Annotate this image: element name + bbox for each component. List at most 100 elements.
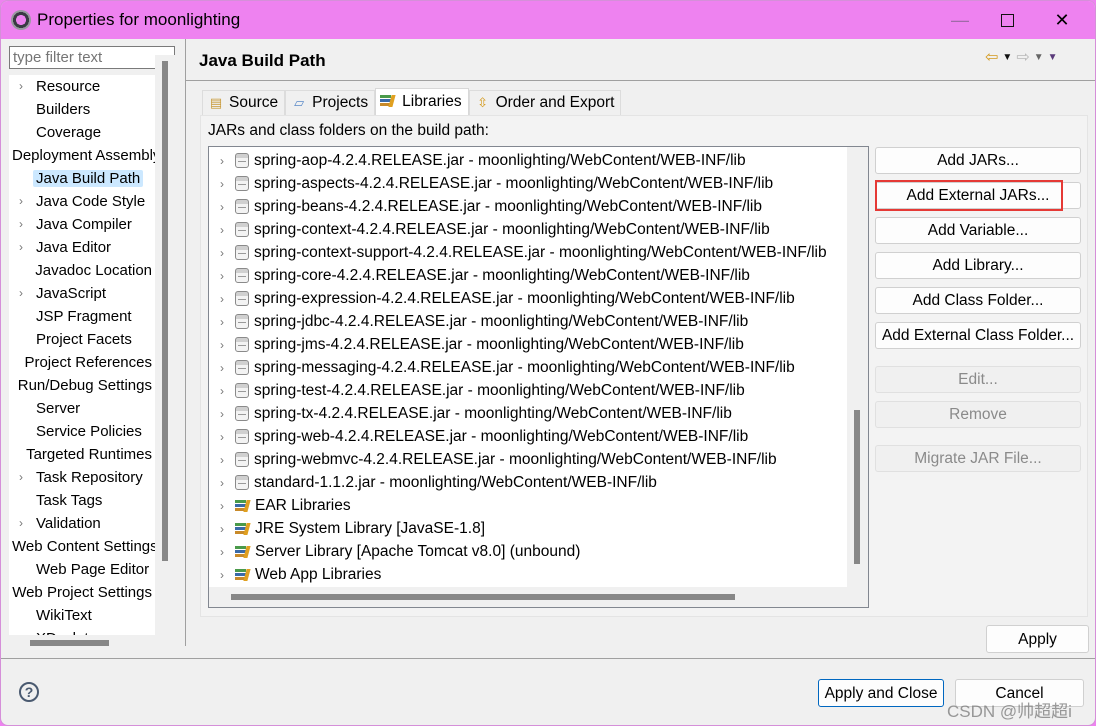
list-item[interactable]: › spring-jdbc-4.2.4.RELEASE.jar - moonlig… — [209, 310, 849, 333]
sidebar-item[interactable]: › JavaScript — [9, 282, 155, 304]
sidebar-item[interactable]: Coverage — [9, 121, 155, 143]
sidebar-item[interactable]: › Java Compiler — [9, 213, 155, 235]
apply-button[interactable]: Apply — [986, 625, 1089, 653]
list-item[interactable]: › spring-webmvc-4.2.4.RELEASE.jar - moonl… — [209, 448, 849, 471]
forward-history-dropdown-icon[interactable]: ▼ — [1034, 52, 1044, 63]
sidebar-item[interactable]: Run/Debug Settings — [9, 374, 155, 396]
chevron-right-icon[interactable]: › — [209, 384, 235, 398]
add-external-jars-button[interactable]: Add External JARs... — [875, 182, 1081, 209]
minimize-button[interactable]: — — [937, 1, 983, 39]
sidebar-item[interactable]: Builders — [9, 98, 155, 120]
list-item[interactable]: › spring-web-4.2.4.RELEASE.jar - moonligh… — [209, 425, 849, 448]
chevron-right-icon[interactable]: › — [209, 453, 235, 467]
sidebar-item[interactable]: Project Facets — [9, 328, 155, 350]
chevron-right-icon[interactable]: › — [209, 315, 235, 329]
list-item[interactable]: › standard-1.1.2.jar - moonlighting/WebCo… — [209, 471, 849, 494]
add-class-folder-button[interactable]: Add Class Folder... — [875, 287, 1081, 314]
chevron-right-icon[interactable]: › — [9, 79, 33, 93]
view-menu-icon[interactable]: ▼ — [1048, 52, 1058, 63]
list-item[interactable]: › spring-context-support-4.2.4.RELEASE.ja… — [209, 241, 849, 264]
chevron-right-icon[interactable]: › — [209, 223, 235, 237]
remove-button[interactable]: Remove — [875, 401, 1081, 428]
list-item[interactable]: › spring-test-4.2.4.RELEASE.jar - moonlig… — [209, 379, 849, 402]
sidebar-item[interactable]: › Validation — [9, 512, 155, 534]
chevron-right-icon[interactable]: › — [9, 286, 33, 300]
tab-projects[interactable]: ▱ Projects — [285, 90, 376, 115]
sidebar-vertical-scrollbar[interactable] — [155, 55, 175, 615]
sidebar-item[interactable]: Web Page Editor — [9, 558, 155, 580]
sidebar-item[interactable]: › Java Editor — [9, 236, 155, 258]
sidebar-item[interactable]: Java Build Path — [9, 167, 155, 189]
add-library-button[interactable]: Add Library... — [875, 252, 1081, 279]
sidebar-item[interactable]: › Java Code Style — [9, 190, 155, 212]
sidebar-item[interactable]: Web Content Settings — [9, 535, 155, 557]
scrollbar-thumb[interactable] — [162, 61, 168, 561]
list-item[interactable]: › spring-context-4.2.4.RELEASE.jar - moon… — [209, 218, 849, 241]
list-item[interactable]: › spring-tx-4.2.4.RELEASE.jar - moonlight… — [209, 402, 849, 425]
list-item[interactable]: › Server Library [Apache Tomcat v8.0] (un… — [209, 540, 849, 563]
filter-input[interactable] — [9, 46, 175, 69]
sidebar-item[interactable]: Web Project Settings — [9, 581, 155, 603]
back-arrow-icon[interactable]: ⇦ — [985, 47, 998, 67]
edit-button[interactable]: Edit... — [875, 366, 1081, 393]
tab-source[interactable]: ▤ Source — [202, 90, 286, 115]
sidebar-item[interactable]: Javadoc Location — [9, 259, 155, 281]
scrollbar-thumb[interactable] — [231, 594, 735, 600]
sidebar-item[interactable]: Project References — [9, 351, 155, 373]
tab-order-and-export[interactable]: ⇳ Order and Export — [468, 90, 622, 115]
list-horizontal-scrollbar[interactable] — [209, 587, 868, 607]
panel-splitter[interactable] — [185, 39, 186, 646]
sidebar-horizontal-scrollbar[interactable] — [9, 633, 175, 649]
maximize-button[interactable] — [984, 1, 1030, 39]
help-icon[interactable]: ? — [19, 682, 39, 702]
sidebar-item[interactable]: › Resource — [9, 75, 155, 97]
list-item[interactable]: › EAR Libraries — [209, 494, 849, 517]
add-variable-button[interactable]: Add Variable... — [875, 217, 1081, 244]
chevron-right-icon[interactable]: › — [209, 522, 235, 536]
chevron-right-icon[interactable]: › — [209, 430, 235, 444]
sidebar-item[interactable]: JSP Fragment — [9, 305, 155, 327]
chevron-right-icon[interactable]: › — [209, 338, 235, 352]
list-item[interactable]: › spring-aop-4.2.4.RELEASE.jar - moonligh… — [209, 149, 849, 172]
chevron-right-icon[interactable]: › — [209, 407, 235, 421]
apply-and-close-button[interactable]: Apply and Close — [818, 679, 944, 707]
chevron-right-icon[interactable]: › — [209, 154, 235, 168]
chevron-right-icon[interactable]: › — [9, 217, 33, 231]
sidebar-item[interactable]: Service Policies — [9, 420, 155, 442]
scrollbar-thumb[interactable] — [854, 410, 860, 564]
chevron-right-icon[interactable]: › — [209, 292, 235, 306]
sidebar-item[interactable]: › Task Repository — [9, 466, 155, 488]
close-button[interactable]: ✕ — [1039, 1, 1085, 39]
back-history-dropdown-icon[interactable]: ▼ — [1002, 52, 1012, 63]
list-item[interactable]: › spring-expression-4.2.4.RELEASE.jar - m… — [209, 287, 849, 310]
tab-libraries[interactable]: Libraries — [375, 88, 469, 115]
scrollbar-thumb[interactable] — [30, 640, 109, 646]
sidebar-item[interactable]: Task Tags — [9, 489, 155, 511]
forward-arrow-icon[interactable]: ⇨ — [1016, 47, 1029, 67]
chevron-right-icon[interactable]: › — [209, 568, 235, 582]
list-item[interactable]: › JRE System Library [JavaSE-1.8] — [209, 517, 849, 540]
list-item[interactable]: › spring-aspects-4.2.4.RELEASE.jar - moon… — [209, 172, 849, 195]
sidebar-item[interactable]: WikiText — [9, 604, 155, 626]
chevron-right-icon[interactable]: › — [9, 516, 33, 530]
add-external-class-folder-button[interactable]: Add External Class Folder... — [875, 322, 1081, 349]
chevron-right-icon[interactable]: › — [9, 470, 33, 484]
add-jars-button[interactable]: Add JARs... — [875, 147, 1081, 174]
sidebar-item[interactable]: Deployment Assembly — [9, 144, 155, 166]
list-item[interactable]: › spring-messaging-4.2.4.RELEASE.jar - mo… — [209, 356, 849, 379]
build-path-entries-list[interactable]: › spring-aop-4.2.4.RELEASE.jar - moonligh… — [208, 146, 869, 608]
chevron-right-icon[interactable]: › — [209, 177, 235, 191]
list-item[interactable]: › spring-core-4.2.4.RELEASE.jar - moonlig… — [209, 264, 849, 287]
chevron-right-icon[interactable]: › — [209, 246, 235, 260]
sidebar-item[interactable]: Server — [9, 397, 155, 419]
chevron-right-icon[interactable]: › — [209, 361, 235, 375]
list-item[interactable]: › Web App Libraries — [209, 563, 849, 586]
migrate-jar-file-button[interactable]: Migrate JAR File... — [875, 445, 1081, 472]
chevron-right-icon[interactable]: › — [209, 545, 235, 559]
list-item[interactable]: › spring-beans-4.2.4.RELEASE.jar - moonli… — [209, 195, 849, 218]
list-vertical-scrollbar[interactable] — [847, 147, 868, 587]
chevron-right-icon[interactable]: › — [209, 269, 235, 283]
chevron-right-icon[interactable]: › — [9, 240, 33, 254]
chevron-right-icon[interactable]: › — [9, 194, 33, 208]
sidebar-item[interactable]: Targeted Runtimes — [9, 443, 155, 465]
